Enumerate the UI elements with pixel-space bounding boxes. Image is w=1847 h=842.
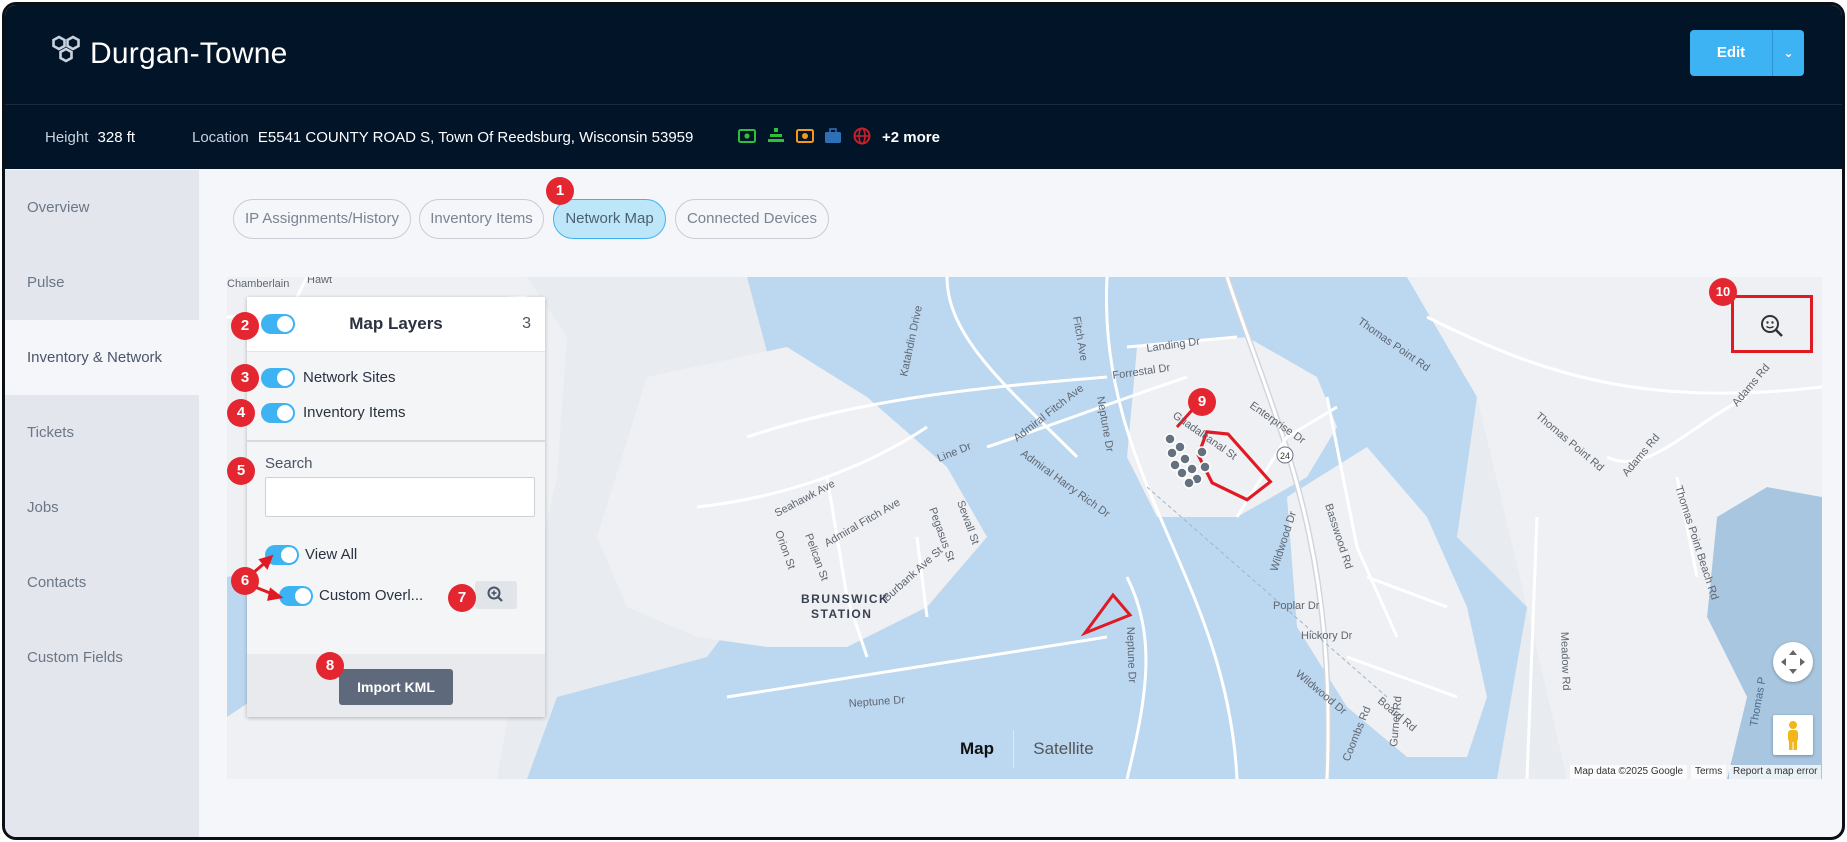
layer-search-input[interactable] <box>265 477 535 517</box>
edit-button[interactable]: Edit ⌄ <box>1690 30 1804 76</box>
tab-connected-devices[interactable]: Connected Devices <box>675 199 829 239</box>
network-sites-label: Network Sites <box>303 369 396 386</box>
network-sites-toggle[interactable] <box>261 368 295 388</box>
site-title: Durgan-Towne <box>90 37 288 70</box>
sidebar-item-contacts[interactable]: Contacts <box>5 545 199 620</box>
zoom-to-fit-icon[interactable] <box>1757 312 1787 338</box>
sidebar-item-tickets[interactable]: Tickets <box>5 395 199 470</box>
globe-icon[interactable] <box>852 126 872 146</box>
map-layers-panel: Map Layers 3 Network Sites Inventory Ite… <box>247 297 545 717</box>
hexagon-logo-icon <box>52 35 80 63</box>
money-icon[interactable] <box>737 126 757 146</box>
map-terms-link[interactable]: Terms <box>1691 765 1727 779</box>
route-24-label: 24 <box>1280 451 1290 461</box>
custom-overlay-label: Custom Overl... <box>319 587 424 604</box>
custom-overlay-toggle[interactable] <box>279 586 313 606</box>
map-label: Neptune Dr <box>1124 627 1138 684</box>
map-layers-header: Map Layers 3 <box>247 297 545 352</box>
map-label: Hawt <box>307 277 332 286</box>
map-label: STATION <box>811 607 872 621</box>
edit-button-label[interactable]: Edit <box>1690 30 1772 76</box>
sidebar: Overview Pulse Inventory & Network Ticke… <box>5 170 199 837</box>
site-info-bar: Height 328 ft Location E5541 COUNTY ROAD… <box>5 105 1842 169</box>
annotation-marker: 1 <box>546 177 574 205</box>
briefcase-icon[interactable] <box>823 126 843 146</box>
map-label: Meadow Rd <box>1558 632 1572 691</box>
annotation-marker: 8 <box>316 652 344 680</box>
inventory-items-label: Inventory Items <box>303 404 406 421</box>
search-label: Search <box>265 455 313 472</box>
camera-icon[interactable] <box>795 126 815 146</box>
tower-icon[interactable] <box>766 126 786 146</box>
annotation-marker: 5 <box>227 457 255 485</box>
panel-divider <box>247 440 545 442</box>
report-map-error-link[interactable]: Report a map error <box>1729 765 1822 779</box>
location-info: Location E5541 COUNTY ROAD S, Town Of Re… <box>192 129 693 146</box>
map-layers-count: 3 <box>522 315 531 332</box>
map-pan-control[interactable] <box>1773 642 1813 682</box>
annotation-marker: 10 <box>1709 278 1737 306</box>
map-type-map-button[interactable]: Map <box>942 730 1012 768</box>
app-header: Durgan-Towne Edit ⌄ <box>5 5 1842 105</box>
annotation-marker: 3 <box>231 364 259 392</box>
move-arrows-icon <box>1781 650 1805 674</box>
import-kml-button[interactable]: Import KML <box>339 669 453 705</box>
view-all-label: View All <box>305 546 358 563</box>
more-badges-link[interactable]: +2 more <box>882 129 940 146</box>
location-value: E5541 COUNTY ROAD S, Town Of Reedsburg, … <box>257 129 694 146</box>
map-label: BRUNSWICK <box>801 592 889 606</box>
chevron-down-icon[interactable]: ⌄ <box>1773 30 1804 76</box>
annotation-marker: 6 <box>231 567 259 595</box>
sidebar-item-inventory-network[interactable]: Inventory & Network <box>5 320 199 395</box>
annotation-marker: 4 <box>227 399 255 427</box>
map-label: Hickory Dr <box>1301 630 1353 642</box>
annotation-marker: 2 <box>231 312 259 340</box>
tab-network-map[interactable]: Network Map <box>553 199 666 239</box>
zoom-in-icon <box>487 586 503 602</box>
location-label: Location <box>192 129 249 146</box>
map-label: Chamberlain <box>227 278 289 290</box>
annotation-marker: 9 <box>1188 388 1216 416</box>
map-attribution: Map data ©2025 Google <box>1570 765 1688 779</box>
pegman-icon <box>1788 721 1798 750</box>
height-value: 328 ft <box>97 129 136 146</box>
view-all-toggle[interactable] <box>265 545 299 565</box>
app-frame: Durgan-Towne Edit ⌄ Height 328 ft Locati… <box>2 2 1845 840</box>
map-type-satellite-button[interactable]: Satellite <box>1013 730 1113 768</box>
map-label: Poplar Dr <box>1273 600 1320 612</box>
sidebar-item-jobs[interactable]: Jobs <box>5 470 199 545</box>
annotation-marker: 7 <box>448 584 476 612</box>
sidebar-item-pulse[interactable]: Pulse <box>5 245 199 320</box>
height-info: Height 328 ft <box>45 129 135 146</box>
sidebar-item-custom-fields[interactable]: Custom Fields <box>5 620 199 695</box>
inventory-items-toggle[interactable] <box>261 403 295 423</box>
tab-inventory-items[interactable]: Inventory Items <box>419 199 544 239</box>
sidebar-item-overview[interactable]: Overview <box>5 170 199 245</box>
overlay-zoom-button[interactable] <box>475 581 517 609</box>
tab-ip-assignments[interactable]: IP Assignments/History <box>233 199 411 239</box>
height-label: Height <box>45 129 89 146</box>
map-layers-title: Map Layers <box>349 314 443 333</box>
street-view-button[interactable] <box>1773 715 1813 755</box>
